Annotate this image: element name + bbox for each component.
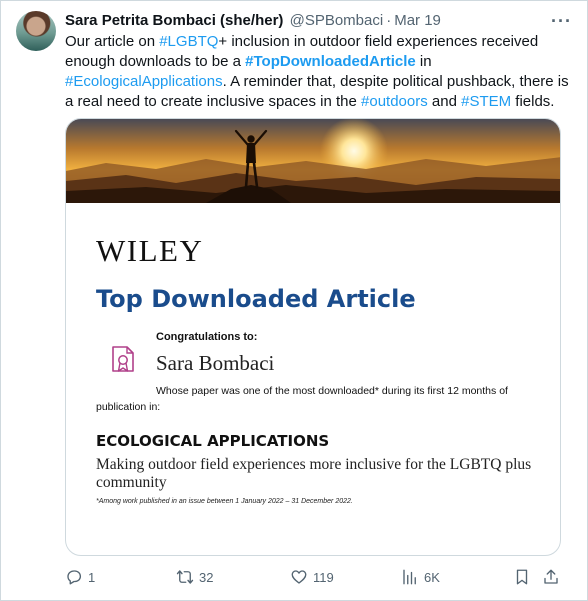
- tweet-header: Sara Petrita Bombaci (she/her) @SPBombac…: [65, 11, 572, 31]
- like-button[interactable]: 119: [290, 567, 334, 587]
- journal-name: ECOLOGICAL APPLICATIONS: [96, 432, 330, 450]
- retweet-count: 32: [199, 569, 214, 585]
- reply-icon: [67, 570, 82, 585]
- author-handle[interactable]: @SPBombaci: [290, 12, 384, 29]
- action-bar: 1 32 119 6K: [65, 567, 571, 587]
- views-count: 6K: [424, 569, 440, 585]
- hashtag-outdoors[interactable]: #outdoors: [361, 93, 428, 110]
- footnote: *Among work published in an issue betwee…: [96, 498, 353, 505]
- tweet-text-part: fields.: [511, 93, 555, 110]
- mountain-sunset-banner: [66, 119, 560, 203]
- winner-name: Sara Bombaci: [156, 351, 275, 375]
- bookmark-icon: [516, 569, 528, 585]
- hashtag-ecologicalapplications[interactable]: #EcologicalApplications: [65, 73, 223, 90]
- reply-button[interactable]: 1: [65, 567, 95, 587]
- heart-icon: [291, 570, 307, 584]
- views-button[interactable]: 6K: [401, 567, 440, 587]
- congrats-label: Congratulations to:: [156, 331, 258, 343]
- retweet-icon: [176, 570, 194, 584]
- views-icon: [403, 569, 416, 585]
- tweet-text: Our article on #LGBTQ+ inclusion in outd…: [65, 32, 570, 112]
- separator: ·: [386, 12, 392, 29]
- reply-count: 1: [88, 569, 96, 585]
- paper-title: Making outdoor field experiences more in…: [96, 456, 532, 491]
- tweet-date[interactable]: Mar 19: [394, 12, 441, 29]
- tweet-text-part: in: [415, 53, 432, 70]
- publisher-logo: WILEY: [96, 233, 204, 268]
- tweet-text-part: Our article on: [65, 33, 160, 50]
- award-title: Top Downloaded Article: [96, 285, 416, 313]
- share-button[interactable]: [542, 567, 560, 587]
- award-description-cont: publication in:: [96, 401, 161, 413]
- tweet-container[interactable]: Sara Petrita Bombaci (she/her) @SPBombac…: [0, 0, 588, 601]
- author-name[interactable]: Sara Petrita Bombaci (she/her): [65, 12, 283, 29]
- retweet-button[interactable]: 32: [176, 567, 213, 587]
- tweet-text-part: and: [427, 93, 462, 110]
- like-count: 119: [313, 569, 334, 585]
- certificate-icon: [112, 346, 134, 372]
- more-options-icon[interactable]: ···: [551, 11, 572, 31]
- share-icon: [544, 569, 558, 584]
- hashtag-stem[interactable]: #STEM: [461, 93, 511, 110]
- hashtag-lgbtq[interactable]: #LGBTQ: [159, 33, 218, 50]
- hashtag-topdownloadedarticle[interactable]: #TopDownloadedArticle: [245, 53, 416, 70]
- bookmark-button[interactable]: [513, 567, 531, 587]
- avatar[interactable]: [16, 11, 56, 51]
- media-card[interactable]: WILEY Top Downloaded Article Congratulat…: [65, 118, 561, 556]
- award-description: Whose paper was one of the most download…: [156, 385, 508, 397]
